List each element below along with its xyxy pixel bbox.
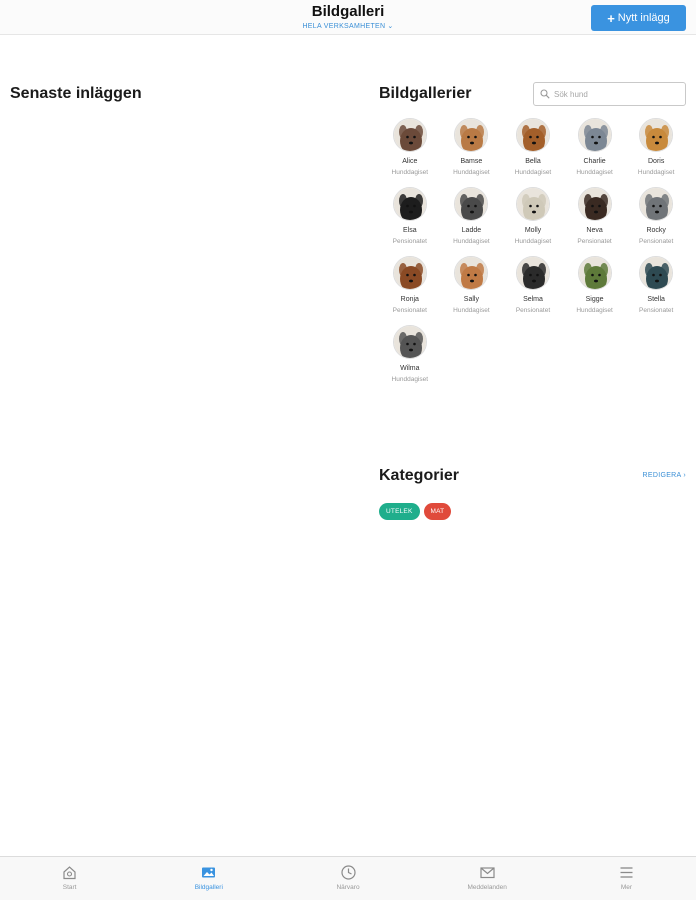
dog-location: Hunddagiset	[576, 307, 613, 314]
home-icon	[63, 866, 76, 880]
dog-name: Wilma	[400, 365, 420, 372]
dog-gallery-item[interactable]: Wilma Hunddagiset	[379, 325, 441, 383]
galleries-title: Bildgallerier	[379, 85, 472, 102]
dog-avatar	[392, 118, 427, 152]
dog-location: Pensionatet	[577, 238, 612, 245]
dog-name: Elsa	[402, 227, 417, 234]
dog-name: Selma	[523, 296, 543, 303]
dog-gallery-grid: Alice Hunddagiset Bamse Hunddagiset Bella Hun…	[379, 118, 687, 383]
dog-gallery-item[interactable]: Neva Pensionatet	[564, 187, 626, 245]
clock-icon	[340, 865, 356, 880]
category-tag[interactable]: UTELEK	[379, 503, 420, 520]
dog-gallery-item[interactable]: Molly Hunddagiset	[502, 187, 564, 245]
chevron-down-icon: ⌄	[387, 23, 394, 30]
dog-avatar	[454, 187, 489, 221]
tab-närvaro[interactable]: Närvaro	[278, 857, 417, 900]
dog-avatar	[392, 187, 427, 221]
dog-gallery-item[interactable]: Elsa Pensionatet	[379, 187, 441, 245]
dog-gallery-item[interactable]: Doris Hunddagiset	[625, 118, 687, 176]
dog-location: Pensionatet	[392, 307, 427, 314]
edit-label: REDIGERA	[642, 472, 682, 479]
dog-name: Rocky	[646, 227, 666, 234]
dog-gallery-item[interactable]: Rocky Pensionatet	[625, 187, 687, 245]
category-tags: UTELEK MAT	[379, 503, 452, 520]
dog-name: Bella	[525, 158, 541, 165]
tab-meddelanden[interactable]: Meddelanden	[418, 857, 557, 900]
dog-avatar	[577, 256, 612, 290]
dog-avatar	[392, 256, 427, 290]
search-icon	[540, 89, 550, 99]
dog-avatar	[639, 256, 674, 290]
dog-name: Molly	[524, 227, 542, 234]
dog-avatar	[639, 187, 674, 221]
dog-gallery-item[interactable]: Selma Pensionatet	[502, 256, 564, 314]
dog-name: Doris	[648, 158, 665, 165]
search-input[interactable]	[554, 89, 684, 99]
dog-avatar	[577, 118, 612, 152]
category-tag[interactable]: MAT	[423, 503, 452, 520]
dog-location: Hunddagiset	[514, 238, 552, 245]
menu-icon	[620, 867, 633, 878]
new-post-button[interactable]: + Nytt inlägg	[591, 5, 686, 31]
chevron-right-icon: ›	[683, 472, 686, 479]
dog-avatar	[454, 256, 489, 290]
dog-avatar	[515, 256, 550, 290]
dog-location: Hunddagiset	[514, 169, 552, 176]
tab-start[interactable]: Start	[0, 857, 139, 900]
tab-mer[interactable]: Mer	[557, 857, 696, 900]
edit-categories-link[interactable]: REDIGERA ›	[643, 472, 686, 479]
tab-label: Mer	[620, 884, 633, 891]
dog-avatar	[639, 118, 674, 152]
dog-location: Pensionatet	[392, 238, 427, 245]
dog-location: Hunddagiset	[637, 169, 675, 176]
categories-title: Kategorier	[379, 467, 460, 484]
dog-avatar	[515, 118, 550, 152]
dog-avatar	[577, 187, 612, 221]
plus-icon: +	[607, 10, 615, 26]
dog-name: Sally	[463, 296, 479, 303]
dog-avatar	[392, 325, 427, 359]
dog-gallery-item[interactable]: Sigge Hunddagiset	[564, 256, 626, 314]
dog-name: Bamse	[460, 158, 483, 165]
top-bar: Bildgalleri HELA VERKSAMHETEN ⌄ + Nytt in…	[0, 0, 696, 35]
dog-name: Neva	[586, 227, 603, 234]
tab-bildgalleri[interactable]: Bildgalleri	[139, 857, 278, 900]
dog-gallery-item[interactable]: Bella Hunddagiset	[502, 118, 564, 176]
dog-location: Hunddagiset	[453, 307, 490, 314]
image-icon	[202, 867, 216, 878]
dog-gallery-item[interactable]: Bamse Hunddagiset	[441, 118, 503, 176]
dog-location: Pensionatet	[639, 307, 674, 314]
mail-icon	[480, 867, 495, 879]
dog-gallery-item[interactable]: Charlie Hunddagiset	[564, 118, 626, 176]
dog-name: Sigge	[585, 296, 604, 303]
dog-gallery-item[interactable]: Alice Hunddagiset	[379, 118, 441, 176]
latest-posts-title: Senaste inläggen	[10, 85, 142, 102]
dog-name: Stella	[647, 296, 665, 303]
dog-location: Hunddagiset	[453, 238, 490, 245]
dog-gallery-item[interactable]: Sally Hunddagiset	[441, 256, 503, 314]
dog-avatar	[454, 118, 489, 152]
dog-name: Ronja	[400, 296, 419, 303]
dog-gallery-item[interactable]: Stella Pensionatet	[625, 256, 687, 314]
dog-name: Alice	[402, 158, 418, 165]
dog-name: Charlie	[583, 158, 606, 165]
tab-label: Bildgalleri	[194, 884, 223, 891]
dog-gallery-item[interactable]: Ronja Pensionatet	[379, 256, 441, 314]
tab-label: Närvaro	[336, 884, 360, 891]
scope-label: HELA VERKSAMHETEN	[302, 23, 386, 30]
dog-location: Hunddagiset	[576, 169, 613, 176]
tab-label: Meddelanden	[467, 884, 507, 891]
dog-avatar	[515, 187, 550, 221]
dog-location: Pensionatet	[515, 307, 551, 314]
tab-label: Start	[62, 884, 77, 891]
dog-gallery-item[interactable]: Ladde Hunddagiset	[441, 187, 503, 245]
dog-location: Hunddagiset	[391, 376, 429, 383]
bottom-tab-bar: Start Bildgalleri Närvaro Meddelanden Mer	[0, 856, 696, 900]
dog-location: Pensionatet	[639, 238, 674, 245]
dog-location: Hunddagiset	[391, 169, 429, 176]
dog-location: Hunddagiset	[453, 169, 490, 176]
new-post-label: Nytt inlägg	[617, 12, 670, 24]
dog-name: Ladde	[461, 227, 482, 234]
search-field[interactable]	[533, 82, 686, 106]
